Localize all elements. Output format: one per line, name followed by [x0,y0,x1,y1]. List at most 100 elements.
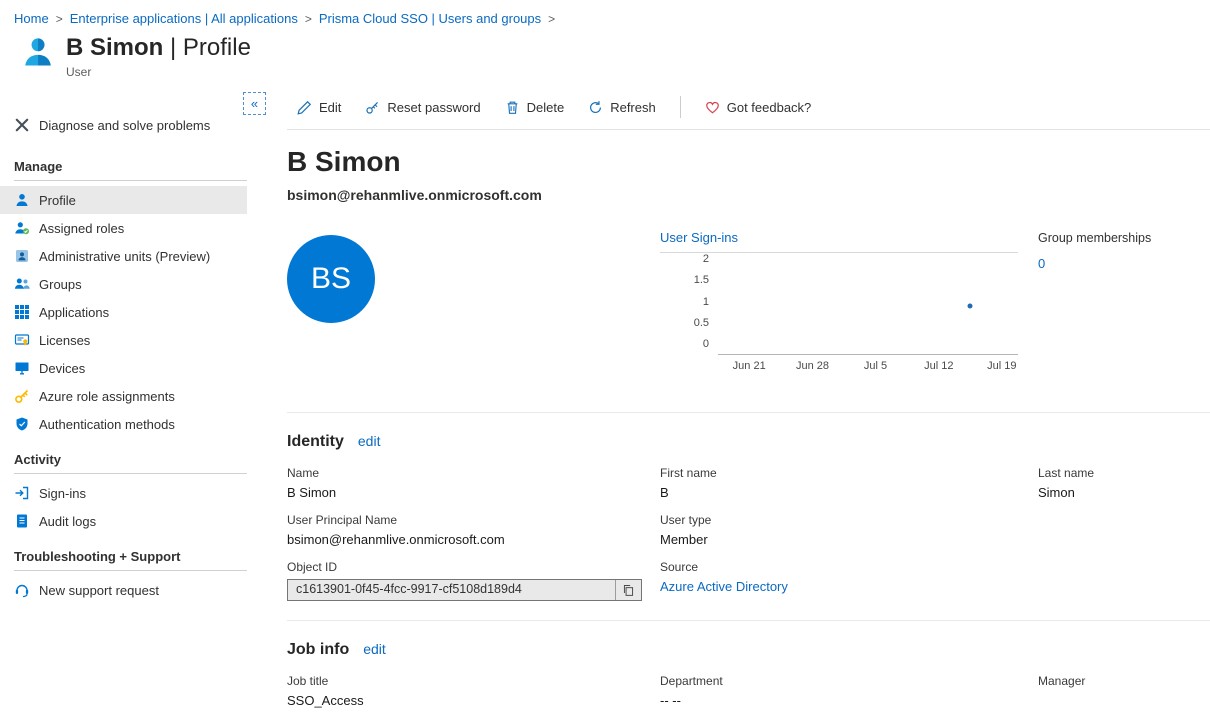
field-label: User Principal Name [287,513,660,527]
field-user-type: User type Member [660,513,1038,549]
page-title-name: B Simon [66,34,163,61]
y-tick: 1 [703,296,709,308]
sidebar-collapse-button[interactable]: « [243,92,266,115]
sidebar-item-label: Groups [39,277,82,292]
key-icon [365,100,380,115]
sidebar-item-azure-roles[interactable]: Azure role assignments [0,382,247,410]
signin-chart-title-link[interactable]: User Sign-ins [660,230,738,245]
signin-chart: User Sign-ins 2 1.5 1 0.5 0 Jun 21 [660,229,1018,376]
sign-in-icon [14,485,30,501]
reset-password-button-label: Reset password [387,100,480,115]
x-tick: Jul 5 [864,360,887,372]
sidebar-item-audit-logs[interactable]: Audit logs [0,507,247,535]
sidebar-section-activity: Activity [0,438,247,473]
sidebar-item-label: Authentication methods [39,417,175,432]
refresh-button[interactable]: Refresh [588,100,656,115]
license-icon [14,332,30,348]
edit-button[interactable]: Edit [297,100,341,115]
field-label: User type [660,513,1038,527]
sidebar-item-diagnose[interactable]: Diagnose and solve problems [0,111,247,139]
avatar-cell: BS [287,229,660,323]
copy-button[interactable] [615,580,641,600]
field-value: -- -- [660,693,1038,708]
breadcrumb-home[interactable]: Home [14,11,49,26]
sidebar-item-licenses[interactable]: Licenses [0,326,247,354]
field-label: First name [660,466,1038,480]
group-memberships-count-link[interactable]: 0 [1038,256,1045,271]
field-department: Department -- -- [660,674,1038,710]
field-first-name: First name B [660,466,1038,502]
y-tick: 2 [703,253,709,265]
user-upn: bsimon@rehanmlive.onmicrosoft.com [287,187,1210,203]
azure-user-profile-page: Home > Enterprise applications | All app… [0,0,1210,719]
signin-chart-y-axis: 2 1.5 1 0.5 0 [660,253,718,350]
sidebar-item-admin-units[interactable]: Administrative units (Preview) [0,242,247,270]
x-tick: Jul 19 [987,360,1016,372]
divider [287,412,1210,413]
object-id-box: c1613901-0f45-4fcc-9917-cf5108d189d4 [287,579,642,601]
sidebar-item-label: Audit logs [39,514,96,529]
content: Diagnose and solve problems Manage Profi… [0,79,1210,719]
sidebar-section-manage: Manage [0,145,247,180]
source-link[interactable]: Azure Active Directory [660,579,1038,594]
feedback-button[interactable]: Got feedback? [705,100,812,115]
x-tick: Jul 12 [924,360,953,372]
signin-chart-x-axis: Jun 21 Jun 28 Jul 5 Jul 12 Jul 19 [718,360,1018,376]
sidebar-item-label: New support request [39,583,159,598]
sidebar-item-label: Sign-ins [39,486,86,501]
field-value: Simon [1038,485,1210,500]
x-tick: Jun 28 [796,360,829,372]
sidebar: Diagnose and solve problems Manage Profi… [0,79,247,719]
grid-icon [14,304,30,320]
field-manager: Manager [1038,674,1210,710]
sidebar-item-label: Licenses [39,333,90,348]
field-name: Name B Simon [287,466,660,502]
reset-password-button[interactable]: Reset password [365,100,480,115]
shield-icon [14,416,30,432]
delete-button-label: Delete [527,100,565,115]
sidebar-item-groups[interactable]: Groups [0,270,247,298]
breadcrumb-enterprise-apps[interactable]: Enterprise applications | All applicatio… [70,11,298,26]
field-job-title: Job title SSO_Access [287,674,660,710]
field-label: Manager [1038,674,1210,688]
person-icon [14,192,30,208]
toolbar-separator [680,96,681,118]
field-object-id: Object ID c1613901-0f45-4fcc-9917-cf5108… [287,560,660,601]
sidebar-item-assigned-roles[interactable]: Assigned roles [0,214,247,242]
breadcrumb: Home > Enterprise applications | All app… [0,0,1210,26]
avatar: BS [287,235,375,323]
sidebar-item-label: Applications [39,305,109,320]
sidebar-item-new-support-request[interactable]: New support request [0,576,247,604]
breadcrumb-prisma-sso[interactable]: Prisma Cloud SSO | Users and groups [319,11,541,26]
job-info-edit-link[interactable]: edit [363,641,386,657]
sidebar-item-devices[interactable]: Devices [0,354,247,382]
field-label: Job title [287,674,660,688]
signin-chart-body: 2 1.5 1 0.5 0 [660,258,1018,355]
refresh-button-label: Refresh [610,100,656,115]
group-memberships-label: Group memberships [1038,231,1210,245]
sidebar-item-profile[interactable]: Profile [0,186,247,214]
y-tick: 1.5 [694,274,709,286]
sidebar-item-label: Assigned roles [39,221,124,236]
audit-log-icon [14,513,30,529]
user-name-heading: B Simon [287,146,1210,178]
sidebar-item-sign-ins[interactable]: Sign-ins [0,479,247,507]
monitor-icon [14,360,30,376]
field-empty [1038,560,1210,601]
delete-button[interactable]: Delete [505,100,565,115]
diagnose-tools-icon [14,117,30,133]
field-empty [1038,513,1210,549]
key-icon [14,388,30,404]
identity-edit-link[interactable]: edit [358,433,381,449]
job-info-section-header: Job info edit [287,641,1210,659]
sidebar-section-troubleshooting: Troubleshooting + Support [0,535,247,570]
at-a-glance-row: BS User Sign-ins 2 1.5 1 0.5 0 [287,229,1210,376]
page-subtitle: User [66,65,251,79]
title-block: B Simon | Profile User [66,34,251,79]
identity-section-title: Identity [287,433,344,451]
sidebar-item-auth-methods[interactable]: Authentication methods [0,410,247,438]
sidebar-item-applications[interactable]: Applications [0,298,247,326]
field-value: B Simon [287,485,660,500]
page-header: B Simon | Profile User [0,26,1210,79]
people-icon [14,276,30,292]
